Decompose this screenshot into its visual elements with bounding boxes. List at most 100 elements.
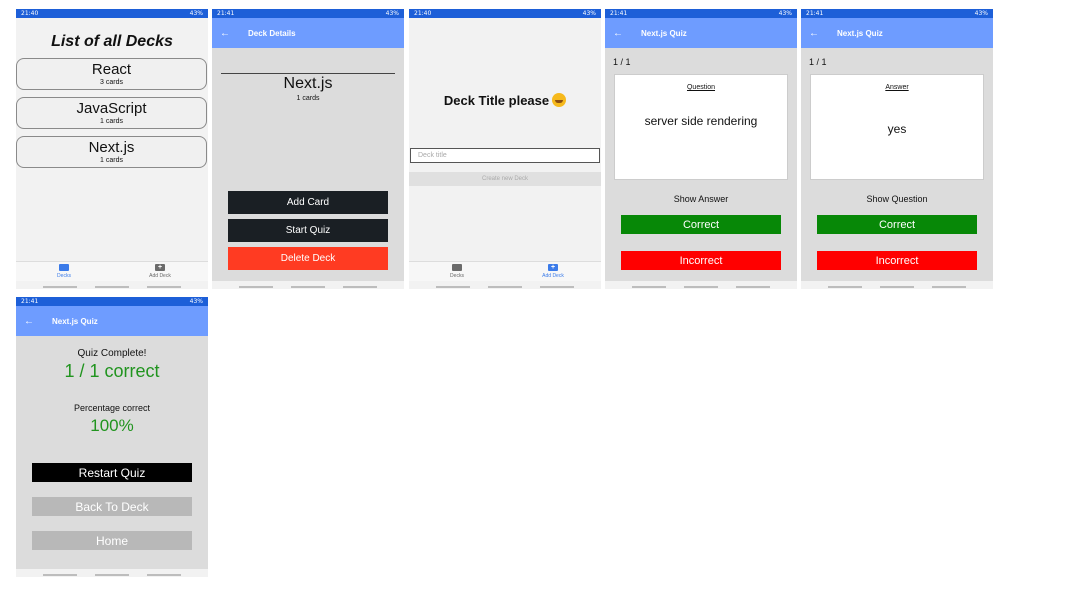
show-question-toggle[interactable]: Show Question [801, 194, 993, 204]
header: ← Next.js Quiz [801, 18, 993, 48]
status-bar: 21:41 43% [801, 9, 993, 18]
deck-count: 1 cards [100, 118, 123, 125]
status-time: 21:41 [806, 10, 824, 17]
status-bar: 21:40 43% [409, 9, 601, 18]
screen-quiz-results: 21:41 43% ← Next.js Quiz Quiz Complete! … [16, 297, 208, 577]
tab-add-deck[interactable]: + Add Deck [112, 262, 208, 281]
grin-emoji-icon [552, 93, 567, 107]
status-time: 21:40 [21, 10, 39, 17]
quiz-complete-label: Quiz Complete! [77, 348, 147, 359]
question-counter: 1 / 1 [613, 57, 631, 67]
header: ← Deck Details [212, 18, 404, 48]
back-to-deck-button[interactable]: Back To Deck [32, 497, 192, 516]
back-arrow-icon[interactable]: ← [613, 28, 623, 39]
create-deck-button[interactable]: Create new Deck [409, 172, 601, 186]
status-time: 21:41 [217, 10, 235, 17]
system-nav-bar [801, 281, 993, 289]
show-answer-toggle[interactable]: Show Answer [605, 194, 797, 204]
tab-add-deck[interactable]: + Add Deck [505, 262, 601, 281]
tab-decks-label: Decks [450, 273, 464, 279]
results-body: Quiz Complete! 1 / 1 correct Percentage … [16, 336, 208, 577]
details-body: Next.js 1 cards Add Card Start Quiz Dele… [212, 48, 404, 289]
deck-card-javascript[interactable]: JavaScript 1 cards [16, 97, 207, 129]
status-battery: 43% [582, 10, 596, 17]
quiz-body: 1 / 1 Question server side rendering Sho… [605, 48, 797, 289]
tab-decks[interactable]: Decks [409, 262, 505, 281]
back-arrow-icon[interactable]: ← [24, 316, 34, 327]
deck-card-react[interactable]: React 3 cards [16, 58, 207, 90]
status-bar: 21:41 43% [16, 297, 208, 306]
add-icon: + [548, 264, 558, 271]
deck-name: JavaScript [76, 100, 147, 117]
card-label: Answer [885, 84, 909, 91]
divider [221, 73, 395, 74]
card-text: server side rendering [644, 114, 758, 128]
status-time: 21:40 [414, 10, 432, 17]
header: ← Next.js Quiz [16, 306, 208, 336]
answer-card: Answer yes [810, 74, 984, 180]
deck-count: 1 cards [100, 157, 123, 164]
status-time: 21:41 [21, 298, 39, 305]
score-text: 1 / 1 correct [64, 361, 160, 381]
decks-title: List of all Decks [51, 33, 173, 50]
system-nav-bar [605, 281, 797, 289]
deck-name: React [91, 61, 132, 78]
card-label: Question [686, 84, 716, 91]
start-quiz-button[interactable]: Start Quiz [228, 219, 388, 242]
tab-decks[interactable]: Decks [16, 262, 112, 281]
status-bar: 21:41 43% [212, 9, 404, 18]
correct-button[interactable]: Correct [621, 215, 781, 234]
screen-new-deck: 21:40 43% Deck Title please Deck title C… [409, 9, 601, 289]
percentage-label: Percentage correct [73, 403, 151, 413]
header-title: Next.js Quiz [641, 28, 687, 38]
status-bar: 21:41 43% [605, 9, 797, 18]
question-card: Question server side rendering [614, 74, 788, 180]
deck-title-input[interactable]: Deck title [410, 148, 600, 163]
percentage-value: 100% [90, 416, 134, 435]
decks-icon [59, 264, 69, 271]
back-arrow-icon[interactable]: ← [220, 28, 230, 39]
deck-card-nextjs[interactable]: Next.js 1 cards [16, 136, 207, 168]
status-battery: 43% [189, 10, 203, 17]
home-button[interactable]: Home [32, 531, 192, 550]
correct-button[interactable]: Correct [817, 215, 977, 234]
screen-deck-details: 21:41 43% ← Deck Details Next.js 1 cards… [212, 9, 404, 289]
status-time: 21:41 [610, 10, 628, 17]
tab-decks-label: Decks [57, 273, 71, 279]
tab-bar: Decks + Add Deck [16, 261, 208, 281]
question-counter: 1 / 1 [809, 57, 827, 67]
header-title: Deck Details [248, 28, 296, 38]
status-battery: 43% [385, 10, 399, 17]
add-card-button[interactable]: Add Card [228, 191, 388, 214]
deck-count: 1 cards [296, 95, 320, 102]
deck-name: Next.js [283, 75, 333, 92]
delete-deck-button[interactable]: Delete Deck [228, 247, 388, 270]
new-deck-title-text: Deck Title please [443, 93, 550, 108]
system-nav-bar [409, 281, 601, 289]
quiz-body: 1 / 1 Answer yes Show Question Correct I… [801, 48, 993, 289]
restart-quiz-button[interactable]: Restart Quiz [32, 463, 192, 482]
tab-add-deck-label: Add Deck [542, 273, 564, 279]
status-battery: 43% [189, 298, 203, 305]
add-icon: + [155, 264, 165, 271]
header-title: Next.js Quiz [52, 316, 98, 326]
incorrect-button[interactable]: Incorrect [621, 251, 781, 270]
decks-icon [452, 264, 462, 271]
deck-name: Next.js [88, 139, 135, 156]
card-text: yes [887, 122, 907, 136]
status-battery: 43% [778, 10, 792, 17]
system-nav-bar [212, 281, 404, 289]
screen-quiz-question: 21:41 43% ← Next.js Quiz 1 / 1 Question … [605, 9, 797, 289]
status-bar: 21:40 43% [16, 9, 208, 18]
back-arrow-icon[interactable]: ← [809, 28, 819, 39]
system-nav-bar [16, 281, 208, 289]
system-nav-bar [16, 569, 208, 577]
header-title: Next.js Quiz [837, 28, 883, 38]
header: ← Next.js Quiz [605, 18, 797, 48]
incorrect-button[interactable]: Incorrect [817, 251, 977, 270]
new-deck-title: Deck Title please [409, 93, 601, 108]
status-battery: 43% [974, 10, 988, 17]
screen-deck-list: 21:40 43% List of all Decks React 3 card… [16, 9, 208, 289]
deck-count: 3 cards [100, 79, 123, 86]
tab-bar: Decks + Add Deck [409, 261, 601, 281]
